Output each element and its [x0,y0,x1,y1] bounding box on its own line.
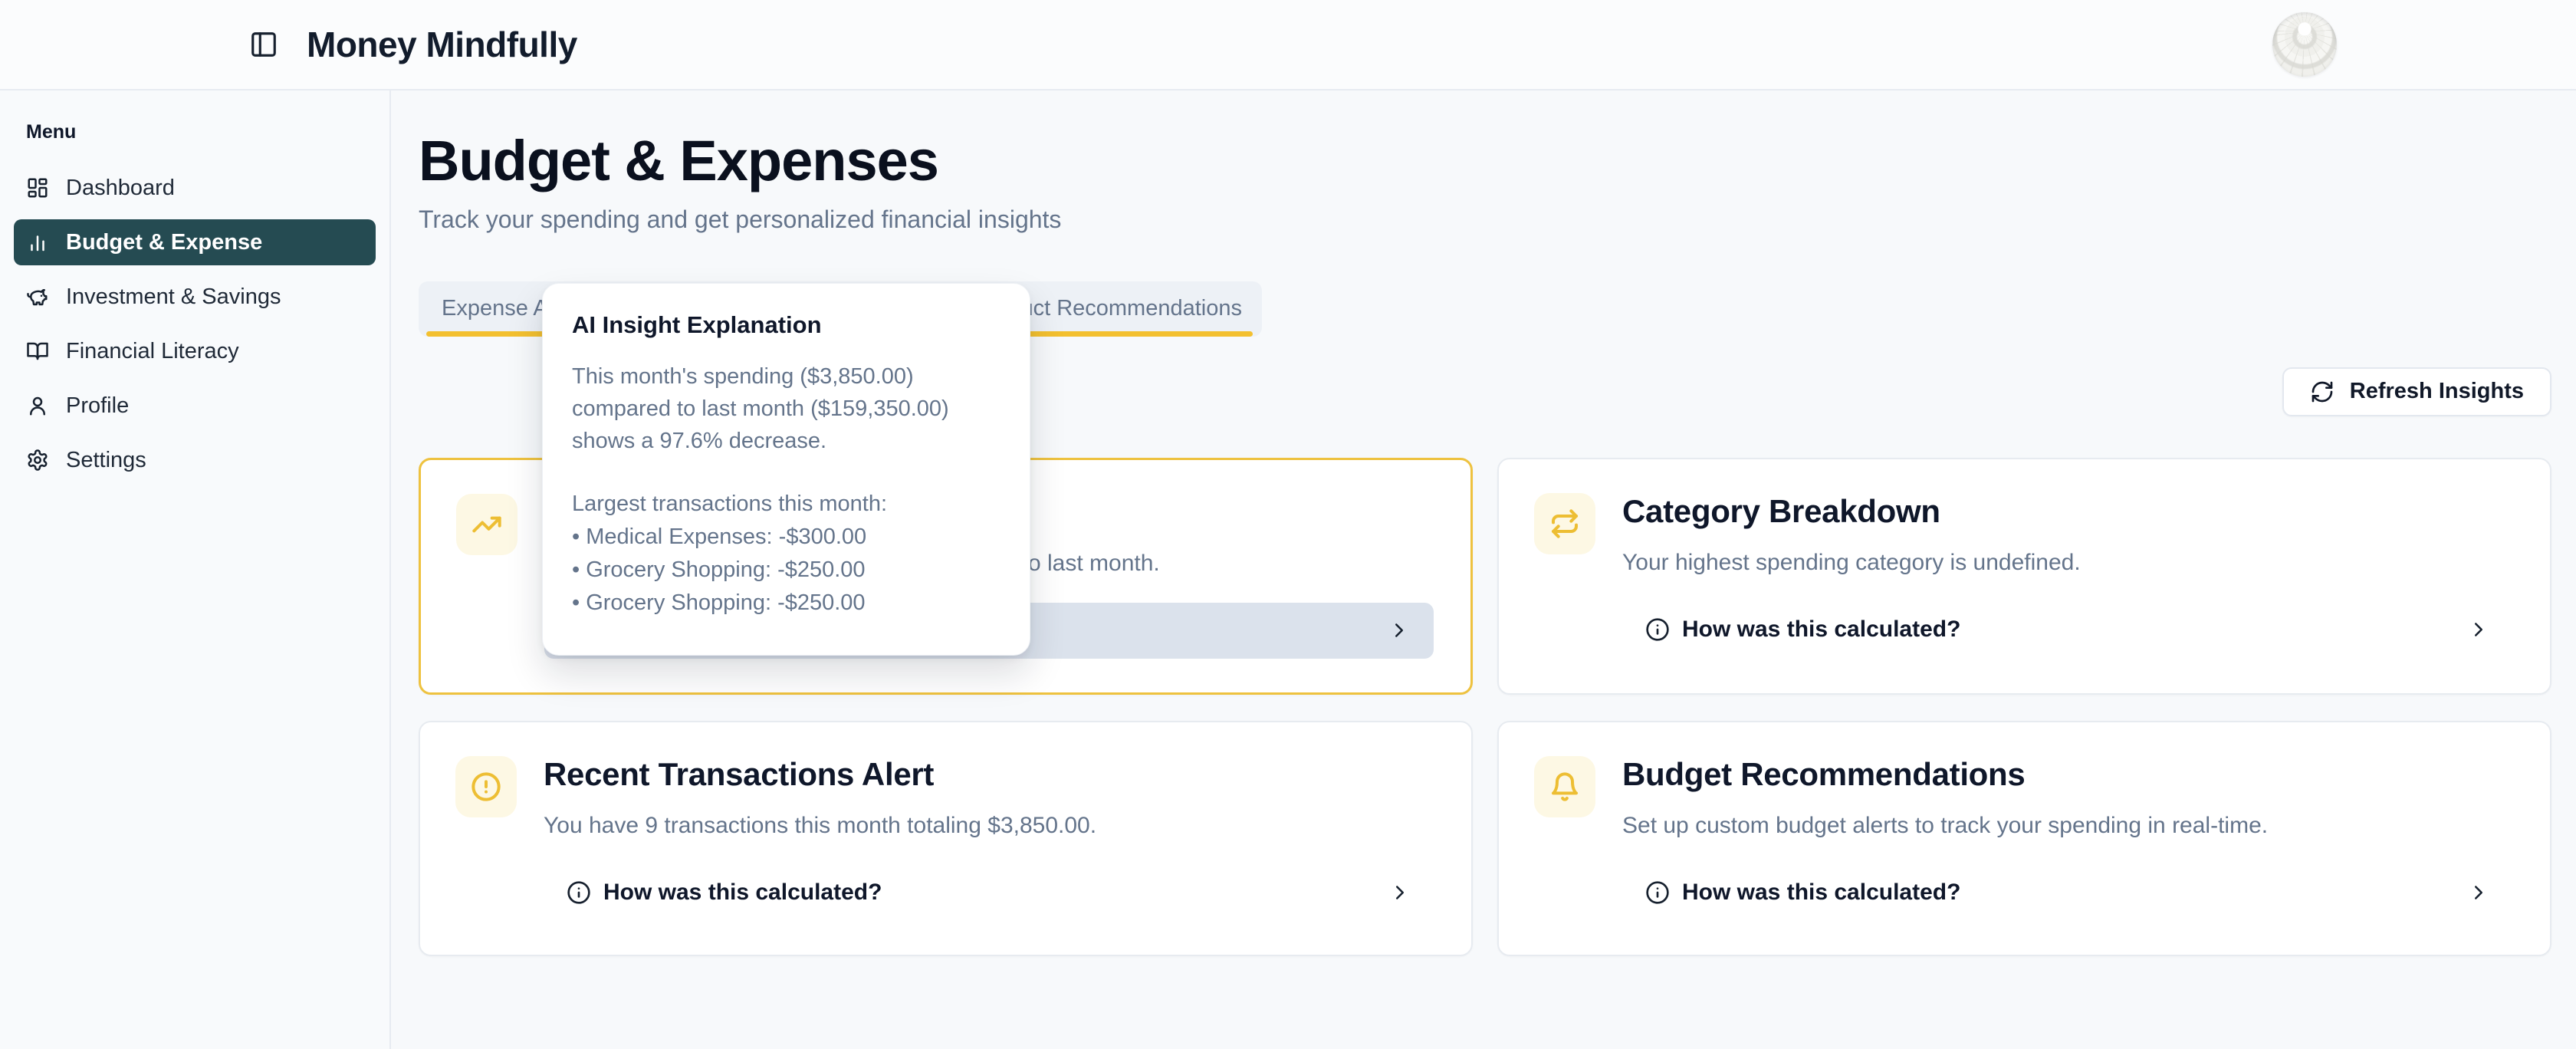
refresh-icon [2310,380,2334,404]
gear-icon [26,449,49,472]
how-calculated-button[interactable]: How was this calculated? [1622,602,2513,658]
card-subtitle: Your highest spending category is undefi… [1622,550,2513,576]
avatar[interactable] [2272,12,2337,77]
how-calculated-label: How was this calculated? [603,880,882,906]
user-icon [26,394,49,417]
sidebar-item-profile[interactable]: Profile [14,383,376,429]
info-icon [567,880,591,905]
sidebar-item-settings[interactable]: Settings [14,437,376,483]
piggy-bank-icon [26,285,49,308]
how-calculated-button[interactable]: How was this calculated? [544,865,1434,921]
sidebar-item-label: Investment & Savings [66,284,281,310]
card-body: Category Breakdown Your highest spending… [1622,493,2513,658]
book-open-icon [26,340,49,363]
tooltip-list-heading: Largest transactions this month: [572,488,1001,521]
main-content: Budget & Expenses Track your spending an… [391,90,2576,1049]
sidebar-item-label: Profile [66,393,129,419]
bar-chart-icon [26,231,49,254]
sidebar-item-label: Dashboard [66,176,175,201]
refresh-insights-button[interactable]: Refresh Insights [2282,367,2551,416]
ai-insight-tooltip: AI Insight Explanation This month's spen… [542,283,1030,656]
chevron-right-icon [2467,618,2490,641]
body-layout: Menu Dashboard Budget & Expense Investme… [0,90,2576,1049]
info-icon [1645,617,1670,642]
alert-circle-icon [455,756,517,817]
sidebar-item-dashboard[interactable]: Dashboard [14,165,376,211]
sidebar-toggle-button[interactable] [247,28,281,61]
tooltip-paragraph: This month's spending ($3,850.00) compar… [572,360,1001,457]
page-subtitle: Track your spending and get personalized… [419,206,2551,234]
bell-icon [1534,756,1595,817]
sidebar: Menu Dashboard Budget & Expense Investme… [0,90,391,1049]
tooltip-bullet: • Grocery Shopping: -$250.00 [572,587,1001,620]
chevron-right-icon [2467,881,2490,904]
chevron-right-icon [1388,619,1411,642]
refresh-insights-label: Refresh Insights [2350,379,2524,404]
tooltip-transaction-list: Largest transactions this month: • Medic… [572,488,1001,620]
card-body: Recent Transactions Alert You have 9 tra… [544,756,1434,921]
card-budget-recommendations[interactable]: Budget Recommendations Set up custom bud… [1497,721,2551,956]
app-title: Money Mindfully [307,24,577,65]
sidebar-item-label: Budget & Expense [66,230,262,255]
tooltip-bullet: • Medical Expenses: -$300.00 [572,521,1001,554]
menu-label: Menu [26,121,376,143]
tooltip-title: AI Insight Explanation [572,311,1001,339]
card-subtitle: You have 9 transactions this month total… [544,813,1434,839]
card-subtitle: Set up custom budget alerts to track you… [1622,813,2513,839]
card-category-breakdown[interactable]: Category Breakdown Your highest spending… [1497,458,2551,695]
card-body: Budget Recommendations Set up custom bud… [1622,756,2513,921]
repeat-icon [1534,493,1595,554]
how-calculated-label: How was this calculated? [1682,880,1960,906]
how-calculated-button[interactable]: How was this calculated? [1622,865,2513,921]
page-title: Budget & Expenses [419,130,2551,192]
chevron-right-icon [1388,881,1411,904]
sidebar-item-budget-expense[interactable]: Budget & Expense [14,219,376,265]
sidebar-item-financial-literacy[interactable]: Financial Literacy [14,328,376,374]
card-title: Budget Recommendations [1622,756,2513,793]
how-calculated-label: How was this calculated? [1682,617,1960,643]
sidebar-item-label: Financial Literacy [66,339,239,364]
sidebar-item-label: Settings [66,448,146,473]
card-title: Category Breakdown [1622,493,2513,530]
app-window: Money Mindfully Menu Dashboard Budget & … [0,0,2576,1049]
info-icon [1645,880,1670,905]
panel-left-icon [249,30,278,59]
top-bar: Money Mindfully [0,0,2576,90]
sidebar-item-investment-savings[interactable]: Investment & Savings [14,274,376,320]
dashboard-icon [26,176,49,199]
card-recent-transactions-alert[interactable]: Recent Transactions Alert You have 9 tra… [419,721,1473,956]
trending-up-icon [456,494,518,555]
card-title: Recent Transactions Alert [544,756,1434,793]
tooltip-bullet: • Grocery Shopping: -$250.00 [572,554,1001,587]
